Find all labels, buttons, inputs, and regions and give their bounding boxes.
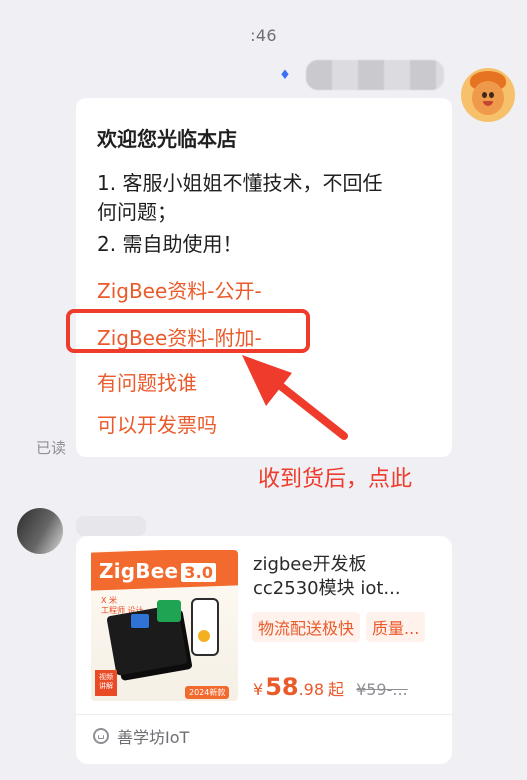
message-timestamp: :46 — [250, 26, 277, 45]
avatar-face — [472, 81, 504, 115]
product-phone — [191, 598, 219, 656]
product-board-chip — [157, 600, 181, 622]
seller-header: ♦ — [276, 60, 444, 90]
annotation-text: 收到货后，点此 — [258, 467, 413, 492]
price-row: ¥ 58 .98 起 ¥59-... — [253, 673, 408, 701]
rule-1-line-2: 何问题； — [97, 200, 177, 224]
price-currency: ¥ — [253, 680, 264, 699]
product-image[interactable]: ZigBee 3.0 X 米 工程师 设计 视频 讲解 2024新款 — [91, 550, 238, 701]
product-title[interactable]: zigbee开发板 cc2530模块 iot... — [253, 553, 433, 601]
welcome-title: 欢迎您光临本店 — [97, 127, 237, 151]
product-image-subtitle-1: X 米 — [101, 596, 118, 605]
original-price: ¥59-... — [356, 680, 408, 699]
price-integer: 58 — [265, 673, 299, 701]
avatar-right-eye — [489, 92, 494, 98]
seller-avatar[interactable] — [461, 68, 515, 122]
buyer-name-redacted — [76, 516, 146, 536]
product-image-year: 2024新款 — [185, 686, 230, 699]
price-suffix: 起 — [328, 680, 345, 699]
shop-name: 善学坊IoT — [117, 728, 190, 747]
promo-tag-shipping: 物流配送极快 — [252, 612, 361, 642]
product-board-module — [131, 614, 149, 628]
shop-row[interactable]: 善学坊IoT — [93, 724, 189, 748]
product-image-version: 3.0 — [181, 563, 217, 582]
seller-name-redacted — [306, 60, 444, 90]
rule-2: 2. 需自助使用！ — [97, 232, 243, 256]
read-receipt: 已读 — [36, 439, 67, 457]
highlight-box — [66, 309, 310, 353]
product-phone-dot — [198, 630, 210, 642]
link-invoice[interactable]: 可以开发票吗 — [97, 409, 217, 438]
buyer-avatar[interactable] — [17, 508, 63, 554]
price-decimal: .98 — [298, 680, 325, 699]
shield-badge-icon: ♦ — [279, 67, 291, 83]
product-image-tag: 视频 讲解 — [95, 670, 117, 696]
promo-tag-quality: 质量... — [366, 612, 426, 642]
product-image-brand: ZigBee 3.0 — [99, 559, 217, 583]
link-who-to-ask[interactable]: 有问题找谁 — [97, 367, 197, 396]
link-zigbee-public[interactable]: ZigBee资料-公开- — [97, 275, 262, 304]
product-title-line-2: cc2530模块 iot... — [253, 578, 401, 599]
shop-icon — [93, 728, 109, 744]
promo-tags: 物流配送极快 质量... — [252, 612, 426, 642]
product-title-line-1: zigbee开发板 — [253, 554, 367, 575]
product-image-brand-name: ZigBee — [99, 559, 179, 583]
card-divider — [76, 714, 452, 715]
avatar-left-eye — [482, 92, 487, 98]
rule-1-line-1: 1. 客服小姐姐不懂技术，不回任 — [97, 171, 383, 195]
